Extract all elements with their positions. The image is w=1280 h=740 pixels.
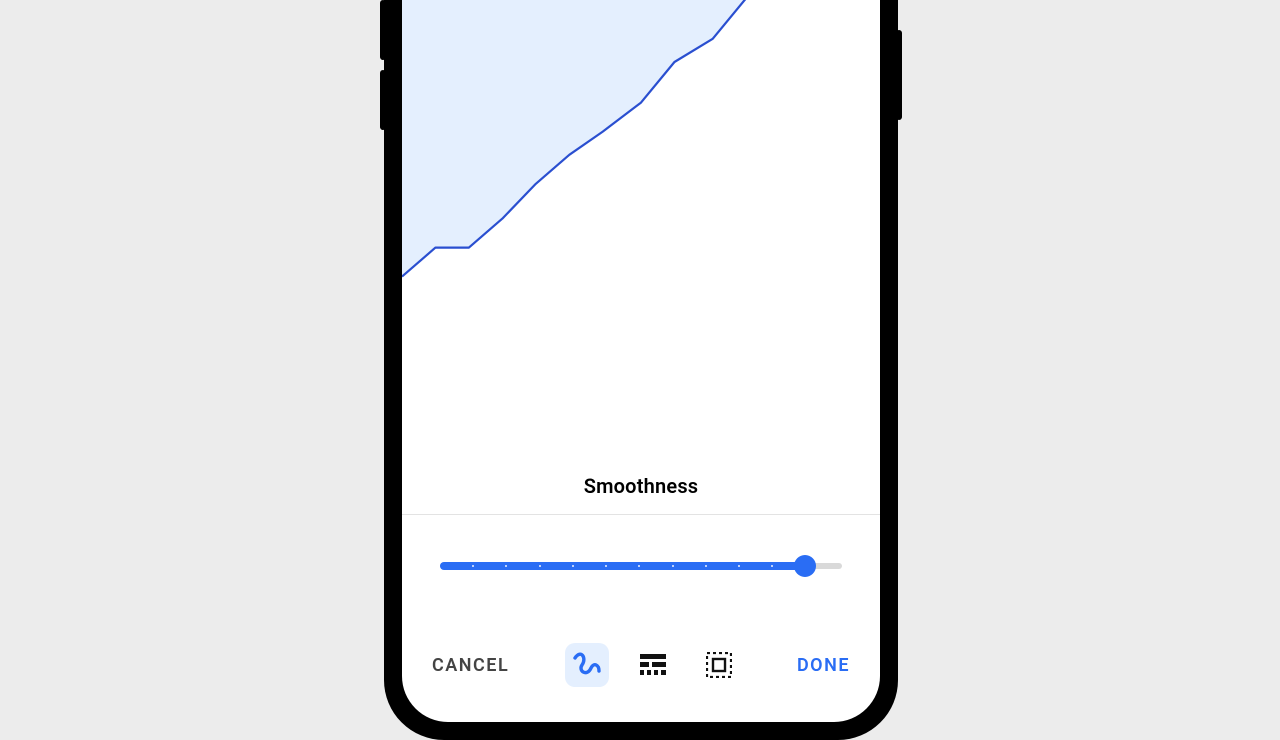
chart-preview [402,0,880,468]
phone-side-button [380,70,386,130]
style-tool[interactable] [631,643,675,687]
slider-ticks [440,562,805,570]
phone-side-button [380,0,386,60]
cancel-button[interactable]: CANCEL [432,655,509,676]
crop-tool[interactable] [697,643,741,687]
smoothness-tool[interactable] [565,643,609,687]
done-button[interactable]: DONE [797,655,850,676]
toolbar: CANCEL [402,630,880,700]
smoothness-slider[interactable] [440,554,842,578]
chart-svg [402,0,880,468]
rows-icon [640,654,666,676]
section-title: Smoothness [402,474,880,498]
phone-side-button [896,30,902,120]
divider [402,514,880,515]
phone-screen: Smoothness CANCEL [402,0,880,722]
tool-icons [565,643,741,687]
slider-thumb[interactable] [794,555,816,577]
phone-frame: Smoothness CANCEL [384,0,898,740]
crop-select-icon [706,652,732,678]
squiggle-icon [572,651,602,679]
